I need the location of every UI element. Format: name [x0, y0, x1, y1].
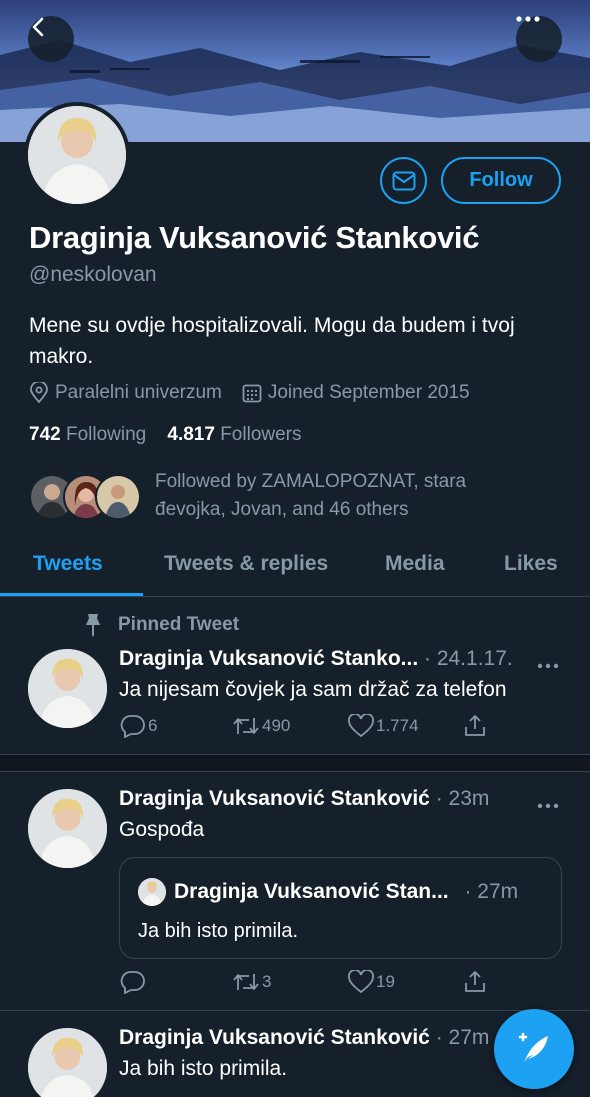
like-count: 1.774 [376, 716, 419, 735]
retweet-count: 3 [262, 972, 272, 991]
heart-icon [348, 714, 374, 738]
heart-icon [348, 970, 374, 994]
tweet-more-button[interactable] [537, 656, 559, 674]
quoted-tweet-time: · 27m [464, 880, 519, 903]
tweet-more-button[interactable] [537, 796, 559, 814]
quoted-tweet[interactable]: Draginja Vuksanović Stan... · 27m Ja bih… [119, 857, 562, 959]
tweet-actions: 3 19 [0, 970, 590, 998]
location-text: Paralelni univerzum [55, 382, 222, 403]
followed-by-text: Followed by ZAMALOPOZNAT, stara đevojka,… [155, 471, 467, 520]
profile-joined: Joined September 2015 [242, 382, 470, 404]
reply-button[interactable] [120, 970, 148, 994]
pinned-text: Pinned Tweet [118, 614, 240, 635]
profile-handle: @neskolovan [29, 263, 157, 286]
more-dots-icon [537, 663, 559, 669]
tweet-author[interactable]: Draginja Vuksanović Stanković [119, 787, 430, 810]
profile-photo [28, 106, 126, 204]
quoted-tweet-avatar [138, 878, 166, 906]
share-button[interactable] [463, 714, 489, 738]
like-button[interactable]: 19 [348, 970, 395, 994]
follow-button[interactable]: Follow [441, 157, 561, 204]
more-options-button[interactable] [516, 16, 562, 62]
tab-tweets-replies[interactable]: Tweets & replies [164, 552, 328, 576]
profile-bio: Mene su ovdje hospitalizovali. Mogu da b… [29, 314, 515, 368]
reply-icon [120, 971, 145, 994]
share-button[interactable] [463, 970, 489, 994]
tab-media[interactable]: Media [385, 552, 445, 576]
reply-count: 6 [148, 716, 158, 735]
joined-text: Joined September 2015 [267, 382, 470, 403]
location-pin-icon [30, 382, 48, 404]
tweet-text: Ja bih isto primila. [119, 1057, 288, 1080]
profile-name: Draginja Vuksanović Stanković [29, 220, 480, 255]
tweet-avatar[interactable] [28, 789, 107, 868]
share-icon [465, 715, 485, 736]
compose-feather-icon [518, 1032, 548, 1063]
tweet-author[interactable]: Draginja Vuksanović Stanković [119, 1026, 430, 1049]
tweet-text: Ja nijesam čovjek ja sam držač za telefo… [119, 678, 507, 701]
followed-by-avatars [29, 468, 141, 520]
tweet-author[interactable]: Draginja Vuksanović Stanko... [119, 647, 418, 670]
tweet-text: Gospođa [119, 818, 205, 841]
envelope-icon [392, 171, 415, 190]
share-icon [465, 971, 485, 992]
pin-icon [86, 614, 100, 637]
divider [0, 771, 590, 772]
like-button[interactable]: 1.774 [348, 714, 419, 738]
quoted-tweet-author: Draginja Vuksanović Stan... [174, 880, 449, 903]
profile-location: Paralelni univerzum [29, 382, 222, 404]
calendar-icon [242, 384, 262, 403]
retweet-icon [233, 718, 259, 734]
divider [0, 1010, 590, 1011]
like-count: 19 [376, 972, 395, 991]
tab-likes[interactable]: Likes [504, 552, 558, 576]
quoted-tweet-text: Ja bih isto primila. [138, 920, 299, 942]
profile-meta: Paralelni univerzum Joined September 201… [29, 382, 490, 404]
reply-button[interactable]: 6 [120, 714, 157, 738]
message-button[interactable] [380, 157, 427, 204]
follow-counts: 742 Following 4.817 Followers [29, 424, 302, 446]
tab-tweets[interactable]: Tweets [33, 552, 103, 576]
tweet-header: Draginja Vuksanović Stanković · 27m [119, 1026, 489, 1050]
compose-tweet-button[interactable] [494, 1009, 574, 1089]
pinned-label: Pinned Tweet [82, 613, 239, 637]
tweet-time: · 27m [435, 1026, 490, 1049]
tweet-actions: 6 490 1.774 [0, 714, 590, 742]
back-button[interactable] [28, 16, 74, 62]
tweet-header: Draginja Vuksanović Stanko... · 24.1.17. [119, 647, 513, 671]
profile-avatar[interactable] [24, 102, 130, 208]
section-gap [0, 755, 590, 771]
tweet-avatar[interactable] [28, 1028, 107, 1097]
retweet-count: 490 [262, 716, 291, 735]
more-dots-icon [537, 803, 559, 809]
chevron-left-icon [32, 17, 44, 37]
profile-tabs: Tweets Tweets & replies Media Likes [0, 540, 590, 597]
followed-by-row[interactable]: Followed by ZAMALOPOZNAT, stara đevojka,… [29, 468, 535, 524]
retweet-button[interactable]: 490 [232, 714, 290, 738]
reply-icon [120, 715, 145, 738]
quoted-tweet-header: Draginja Vuksanović Stan... · 27m [174, 880, 518, 904]
tweet-time: · 24.1.17. [424, 647, 513, 670]
avatar [95, 474, 141, 520]
retweet-button[interactable]: 3 [232, 970, 271, 994]
tweet-header: Draginja Vuksanović Stanković · 23m [119, 787, 489, 811]
retweet-icon [233, 974, 259, 990]
tweet-time: · 23m [435, 787, 490, 810]
active-tab-indicator [0, 593, 143, 596]
more-dots-icon [516, 16, 540, 22]
following-link[interactable]: 742 Following [29, 424, 146, 445]
followers-link[interactable]: 4.817 Followers [167, 424, 301, 445]
